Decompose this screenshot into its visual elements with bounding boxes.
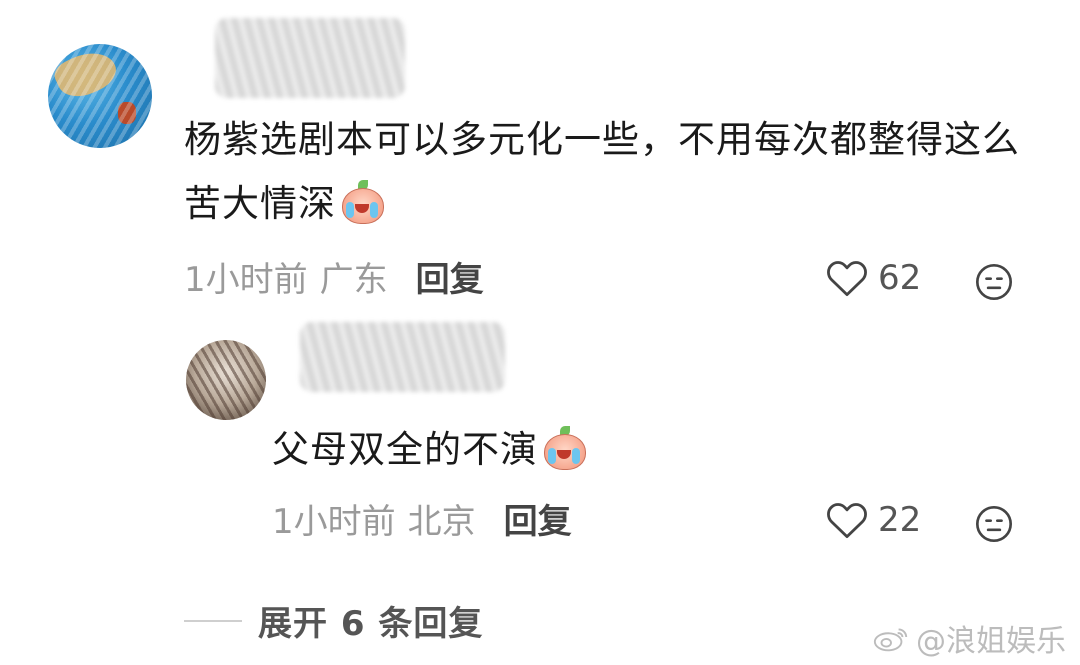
divider-line: [184, 619, 242, 622]
like-count: 22: [878, 500, 922, 540]
comment-body: 杨紫选剧本可以多元化一些，不用每次都整得这么苦大情深: [184, 118, 1020, 225]
reply-time: 1小时前: [272, 502, 396, 542]
weibo-logo-icon: [873, 628, 908, 652]
reply-text: 父母双全的不演: [272, 418, 972, 482]
crying-peach-emoji-icon: [542, 426, 586, 470]
reply-commenter-name-redacted: [300, 322, 505, 392]
comment-meta: 1小时前 广东 回复: [184, 260, 484, 300]
expand-replies-button[interactable]: 展开 6 条回复: [184, 596, 483, 645]
expand-replies-label: 展开 6 条回复: [258, 604, 484, 644]
reply-commenter-avatar[interactable]: [186, 340, 266, 420]
watermark: @浪姐娱乐: [872, 616, 1066, 660]
heart-outline-icon: [827, 261, 867, 297]
reply-meta: 1小时前 北京 回复: [272, 502, 572, 542]
comment-text: 杨紫选剧本可以多元化一些，不用每次都整得这么苦大情深: [184, 108, 1044, 236]
like-count: 62: [878, 258, 922, 298]
meh-face-icon[interactable]: [974, 262, 1014, 302]
meh-face-icon[interactable]: [974, 504, 1014, 544]
crying-peach-emoji-icon: [340, 180, 384, 224]
like-button[interactable]: 22: [826, 500, 921, 540]
reply-button[interactable]: 回复: [504, 502, 572, 542]
reply-body: 父母双全的不演: [272, 428, 538, 471]
commenter-avatar[interactable]: [48, 44, 152, 148]
reply-button[interactable]: 回复: [416, 260, 484, 300]
comment-time: 1小时前: [184, 260, 308, 300]
reply-location: 北京: [407, 502, 476, 542]
commenter-name-redacted: [215, 18, 405, 98]
comment-location: 广东: [319, 260, 388, 300]
heart-outline-icon: [827, 503, 867, 539]
like-button[interactable]: 62: [826, 258, 921, 298]
watermark-text: @浪姐娱乐: [916, 624, 1066, 659]
